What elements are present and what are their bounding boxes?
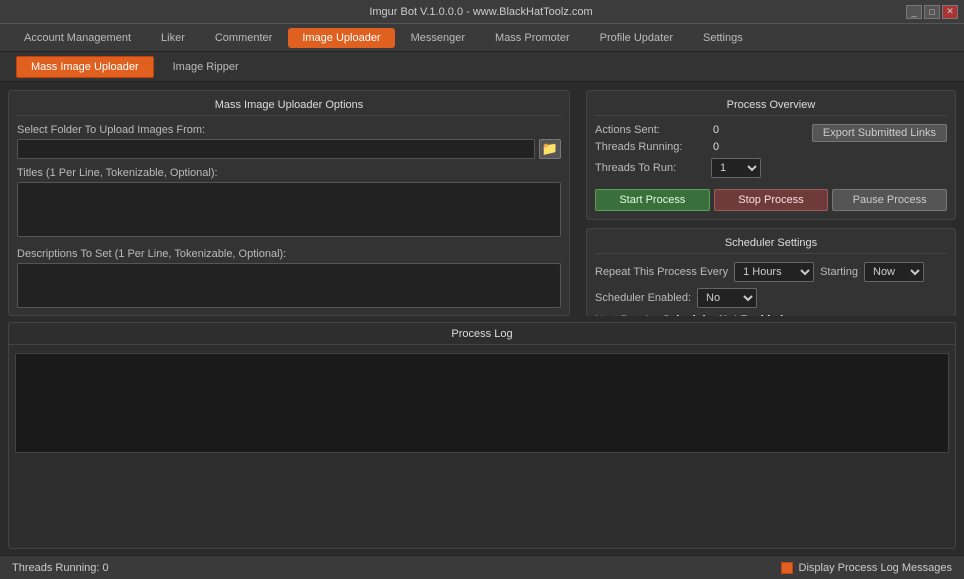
tab-mass-image-uploader[interactable]: Mass Image Uploader	[16, 56, 154, 78]
stop-process-button[interactable]: Stop Process	[714, 189, 829, 211]
process-log-title: Process Log	[9, 323, 955, 345]
scheduler-title: Scheduler Settings	[595, 237, 947, 254]
scheduler-enabled-dropdown[interactable]: No Yes	[697, 288, 757, 308]
next-run-label: Next Run At:	[595, 314, 657, 316]
threads-to-run-label: Threads To Run:	[595, 162, 705, 174]
status-threads-running: Threads Running: 0	[12, 562, 109, 574]
threads-running-value: 0	[713, 141, 719, 153]
threads-running-row: Threads Running: 0	[595, 141, 761, 153]
nav-messenger[interactable]: Messenger	[397, 28, 479, 48]
right-panel: Process Overview Actions Sent: 0 Threads…	[586, 90, 956, 316]
next-run-row: Next Run At: Scheduler Not Enabled	[595, 314, 947, 316]
titles-textarea[interactable]	[17, 182, 561, 237]
nav-commenter[interactable]: Commenter	[201, 28, 286, 48]
pause-process-button[interactable]: Pause Process	[832, 189, 947, 211]
left-panel: Mass Image Uploader Options Select Folde…	[8, 90, 570, 316]
repeat-row: Repeat This Process Every 1 Hours 2 Hour…	[595, 262, 947, 282]
threads-to-run-row: Threads To Run: 1 2 3 4 5	[595, 158, 761, 178]
nav-mass-promoter[interactable]: Mass Promoter	[481, 28, 584, 48]
close-button[interactable]: ✕	[942, 5, 958, 19]
starting-label: Starting	[820, 266, 858, 278]
folder-input-row: 📁	[17, 139, 561, 159]
export-submitted-links-button[interactable]: Export Submitted Links	[812, 124, 947, 142]
nav-settings[interactable]: Settings	[689, 28, 757, 48]
threads-running-label: Threads Running:	[595, 141, 705, 153]
title-bar-text: Imgur Bot V.1.0.0.0 - www.BlackHatToolz.…	[56, 6, 906, 18]
scheduler-enabled-row: Scheduler Enabled: No Yes	[595, 288, 947, 308]
titles-label: Titles (1 Per Line, Tokenizable, Optiona…	[17, 167, 561, 179]
status-right: Display Process Log Messages	[781, 562, 952, 574]
actions-sent-value: 0	[713, 124, 719, 136]
minimize-button[interactable]: _	[906, 5, 922, 19]
process-overview-box: Process Overview Actions Sent: 0 Threads…	[586, 90, 956, 220]
nav-liker[interactable]: Liker	[147, 28, 199, 48]
display-log-label[interactable]: Display Process Log Messages	[799, 562, 952, 574]
repeat-dropdown[interactable]: 1 Hours 2 Hours 4 Hours 8 Hours	[734, 262, 814, 282]
scheduler-settings-box: Scheduler Settings Repeat This Process E…	[586, 228, 956, 316]
scheduler-enabled-label: Scheduler Enabled:	[595, 292, 691, 304]
descriptions-textarea[interactable]	[17, 263, 561, 308]
process-log-section: Process Log	[8, 322, 956, 550]
process-button-row: Start Process Stop Process Pause Process	[595, 189, 947, 211]
status-bar: Threads Running: 0 Display Process Log M…	[0, 555, 964, 579]
actions-sent-label: Actions Sent:	[595, 124, 705, 136]
status-threads-value: 0	[103, 562, 109, 574]
nav-image-uploader[interactable]: Image Uploader	[288, 28, 394, 48]
left-panel-title: Mass Image Uploader Options	[17, 99, 561, 116]
nav-account-management[interactable]: Account Management	[10, 28, 145, 48]
process-log-area	[15, 353, 949, 453]
select-folder-label: Select Folder To Upload Images From:	[17, 124, 561, 136]
status-threads-label: Threads Running:	[12, 562, 99, 574]
maximize-button[interactable]: □	[924, 5, 940, 19]
nav-bar: Account Management Liker Commenter Image…	[0, 24, 964, 52]
folder-path-input[interactable]	[17, 139, 535, 159]
repeat-label: Repeat This Process Every	[595, 266, 728, 278]
starting-dropdown[interactable]: Now Custom	[864, 262, 924, 282]
threads-to-run-dropdown[interactable]: 1 2 3 4 5	[711, 158, 761, 178]
orange-indicator-icon	[781, 562, 793, 574]
next-run-value: Scheduler Not Enabled	[663, 314, 783, 316]
folder-browse-button[interactable]: 📁	[539, 139, 561, 159]
actions-sent-row: Actions Sent: 0	[595, 124, 761, 136]
title-bar-controls: _ □ ✕	[906, 5, 958, 19]
start-process-button[interactable]: Start Process	[595, 189, 710, 211]
sub-tab-bar: Mass Image Uploader Image Ripper	[0, 52, 964, 82]
title-bar: Imgur Bot V.1.0.0.0 - www.BlackHatToolz.…	[0, 0, 964, 24]
descriptions-label: Descriptions To Set (1 Per Line, Tokeniz…	[17, 248, 561, 260]
tab-image-ripper[interactable]: Image Ripper	[158, 56, 254, 78]
nav-profile-updater[interactable]: Profile Updater	[586, 28, 687, 48]
process-overview-title: Process Overview	[595, 99, 947, 116]
